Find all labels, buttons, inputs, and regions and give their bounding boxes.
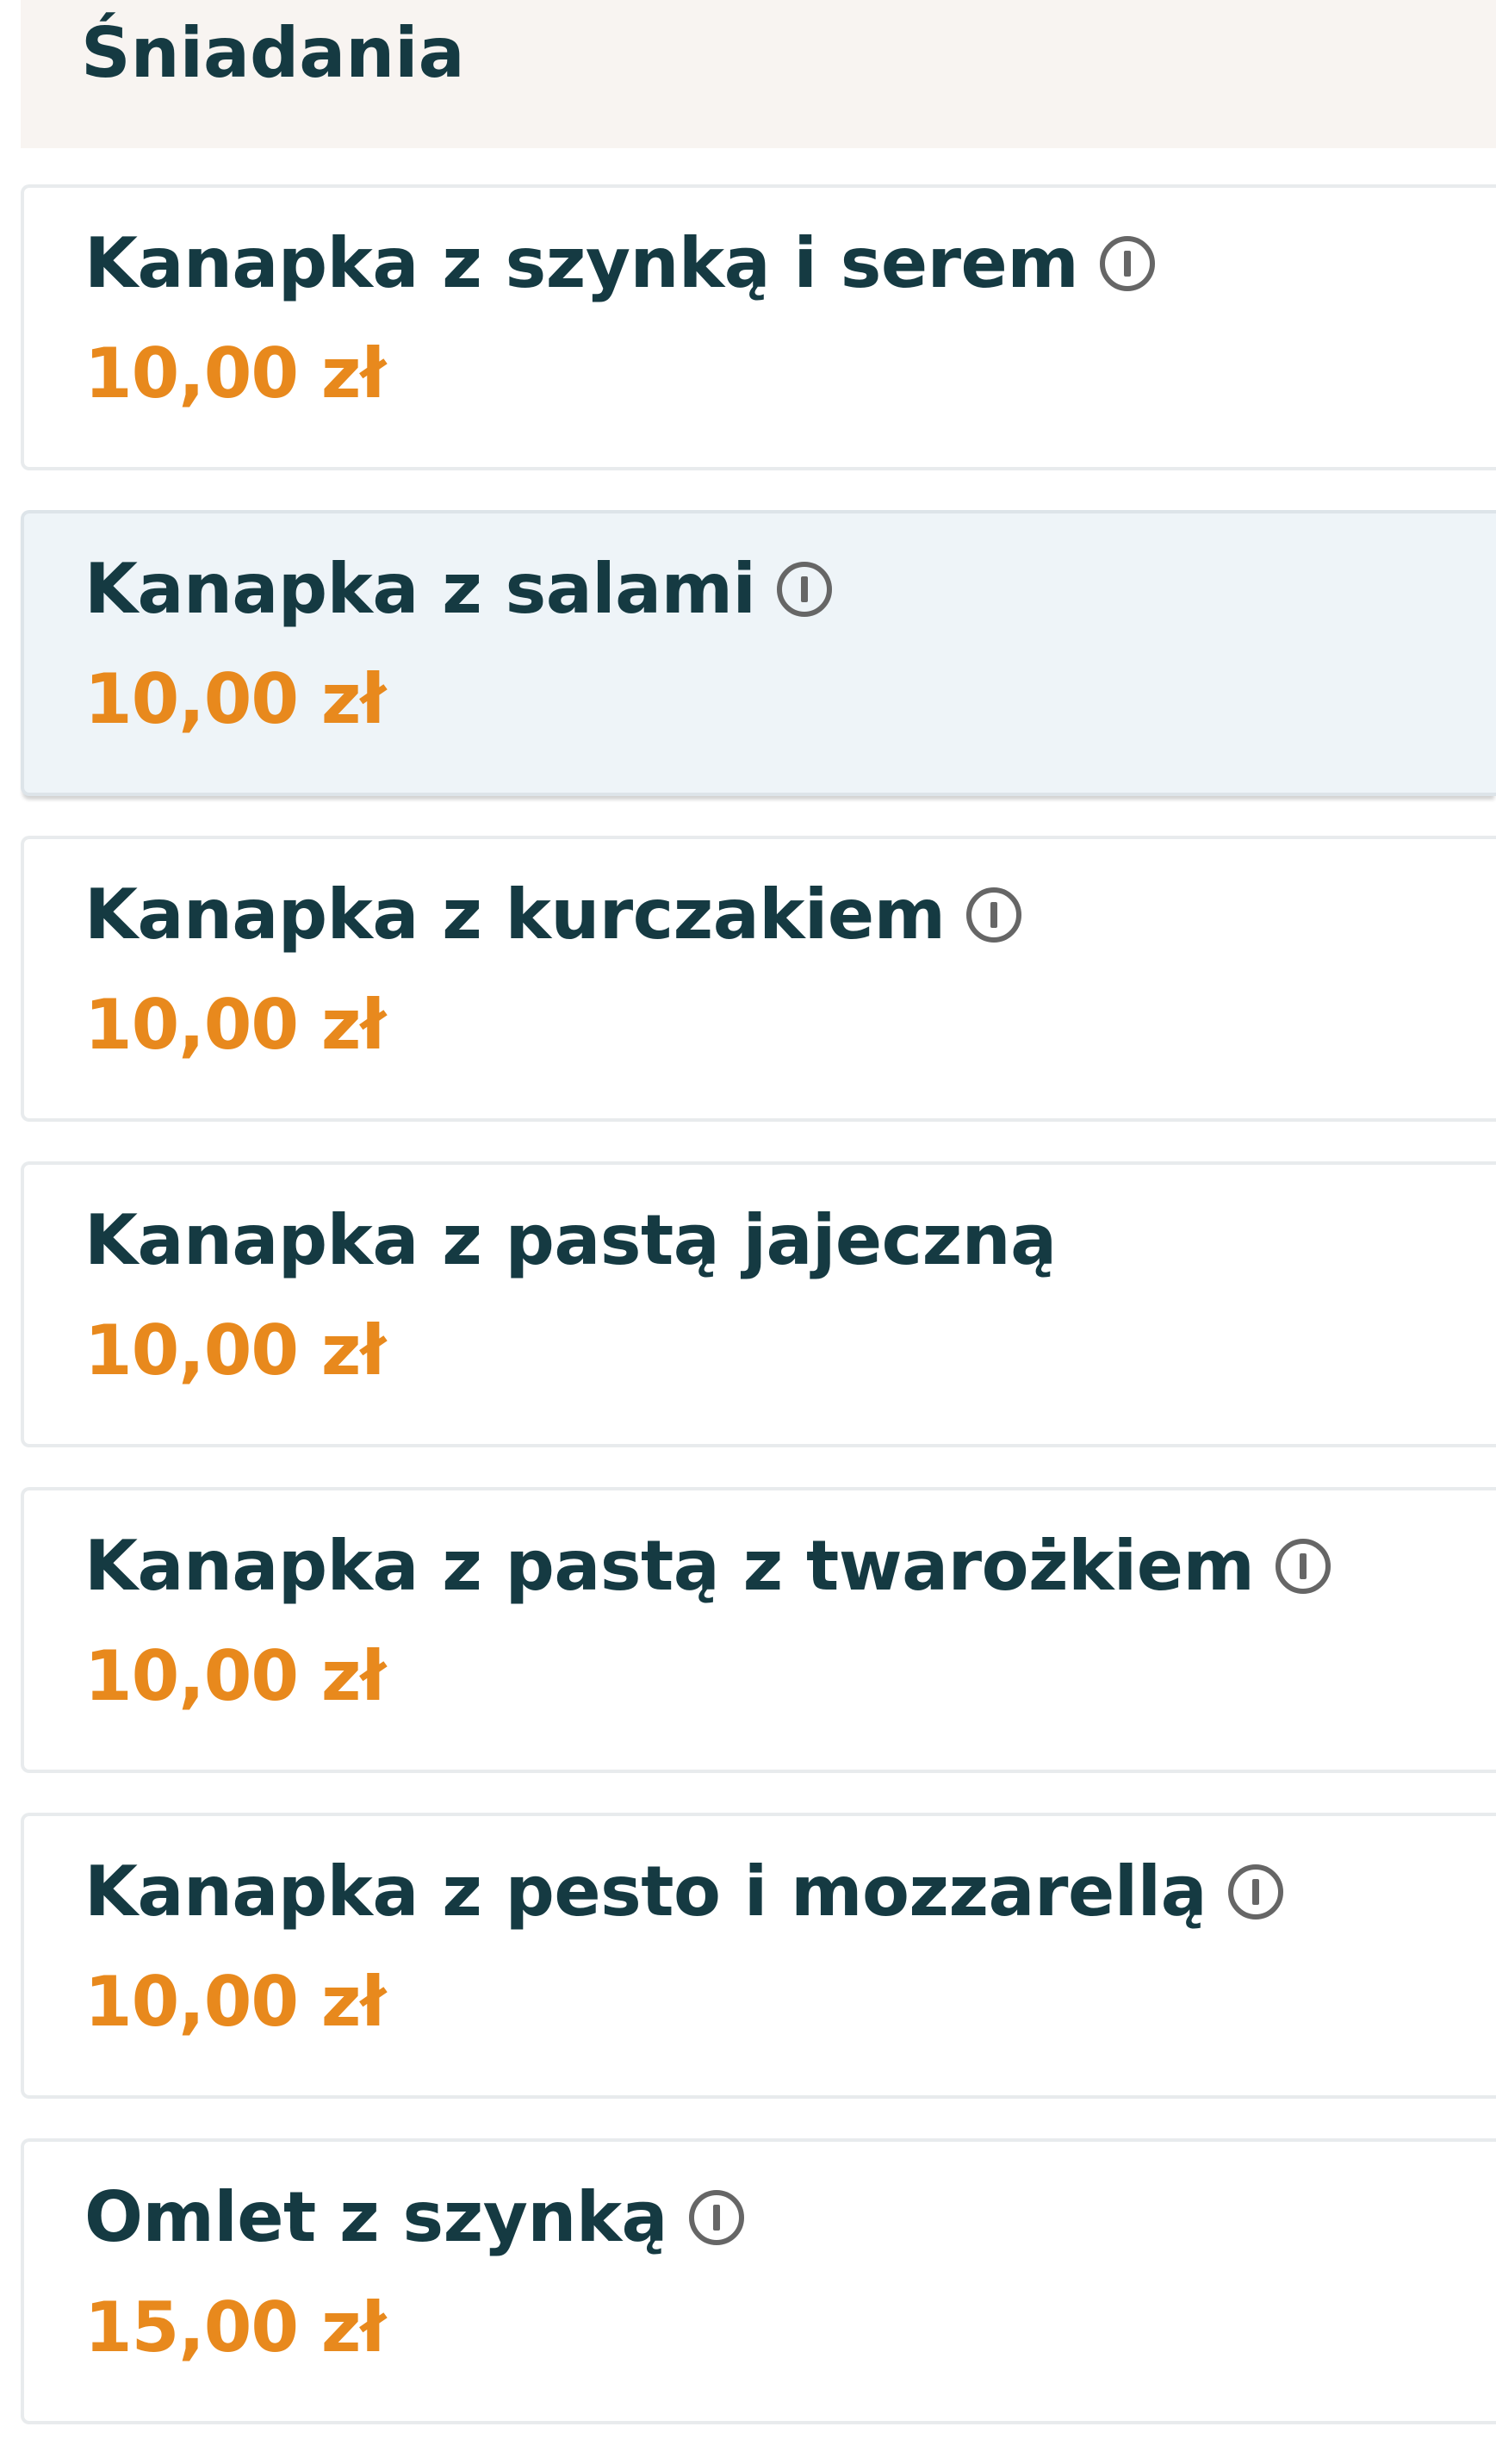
item-name: Kanapka z salami [84, 549, 756, 629]
item-title-row: Omlet z szynką [84, 2175, 747, 2261]
item-name: Kanapka z pesto i mozzarellą [84, 1851, 1207, 1932]
menu-list: Kanapka z szynką i serem 10,00 zł Kanapk… [21, 184, 1496, 2464]
menu-item[interactable]: Kanapka z pastą jajeczną 10,00 zł [21, 1161, 1496, 1447]
item-name: Kanapka z szynką i serem [84, 223, 1079, 303]
menu-item[interactable]: Omlet z szynką 15,00 zł [21, 2138, 1496, 2424]
item-name: Kanapka z pastą z twarożkiem [84, 1526, 1255, 1606]
section-header: Śniadania [21, 0, 1496, 148]
item-price: 10,00 zł [84, 1636, 386, 1716]
info-icon[interactable] [1226, 1862, 1286, 1922]
menu-item[interactable]: Kanapka z szynką i serem 10,00 zł [21, 184, 1496, 470]
item-title-row: Kanapka z kurczakiem [84, 872, 1024, 958]
item-price: 10,00 zł [84, 1310, 386, 1391]
info-icon[interactable] [686, 2187, 747, 2248]
item-title-row: Kanapka z pastą jajeczną [84, 1198, 1057, 1284]
item-price: 15,00 zł [84, 2287, 386, 2368]
item-price: 10,00 zł [84, 1962, 386, 2042]
info-icon[interactable] [1273, 1536, 1333, 1596]
item-name: Kanapka z pastą jajeczną [84, 1200, 1057, 1280]
menu-item[interactable]: Kanapka z kurczakiem 10,00 zł [21, 836, 1496, 1122]
item-title-row: Kanapka z salami [84, 546, 835, 632]
item-title-row: Kanapka z pesto i mozzarellą [84, 1849, 1286, 1935]
item-name: Kanapka z kurczakiem [84, 874, 946, 955]
info-icon[interactable] [1097, 233, 1158, 294]
section-title: Śniadania [81, 13, 465, 93]
info-icon[interactable] [964, 885, 1024, 945]
menu-item[interactable]: Kanapka z pastą z twarożkiem 10,00 zł [21, 1487, 1496, 1773]
info-icon[interactable] [774, 559, 835, 619]
item-price: 10,00 zł [84, 333, 386, 414]
menu-item[interactable]: Kanapka z pesto i mozzarellą 10,00 zł [21, 1813, 1496, 2099]
item-price: 10,00 zł [84, 659, 386, 739]
item-title-row: Kanapka z pastą z twarożkiem [84, 1523, 1333, 1609]
item-name: Omlet z szynką [84, 2177, 668, 2257]
menu-item[interactable]: Kanapka z salami 10,00 zł [21, 510, 1496, 796]
item-price: 10,00 zł [84, 985, 386, 1065]
item-title-row: Kanapka z szynką i serem [84, 221, 1158, 307]
